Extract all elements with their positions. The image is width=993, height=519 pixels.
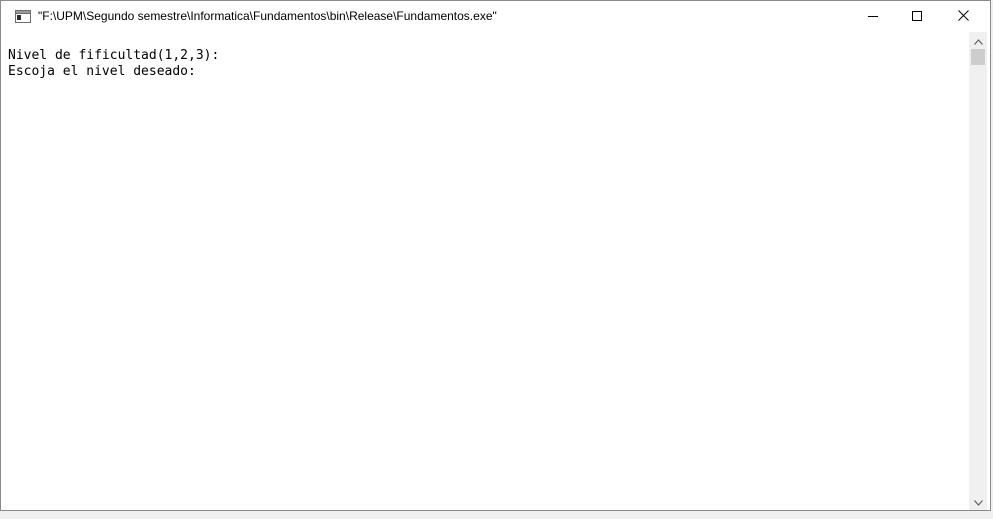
console-line: Escoja el nivel deseado: — [8, 64, 196, 79]
minimize-icon — [868, 8, 878, 26]
console-window: "F:\UPM\Segundo semestre\Informatica\Fun… — [0, 0, 991, 511]
title-bar[interactable]: "F:\UPM\Segundo semestre\Informatica\Fun… — [1, 1, 990, 32]
maximize-button[interactable] — [894, 1, 940, 32]
close-icon — [957, 8, 969, 26]
scroll-up-button[interactable] — [969, 32, 987, 49]
chevron-down-icon — [973, 493, 983, 511]
maximize-icon — [912, 8, 922, 26]
console-app-icon[interactable] — [15, 10, 31, 23]
scroll-down-button[interactable] — [969, 493, 987, 510]
console-line: Nivel de fificultad(1,2,3): — [8, 48, 220, 63]
window-title: "F:\UPM\Segundo semestre\Informatica\Fun… — [38, 9, 497, 23]
close-button[interactable] — [940, 1, 986, 32]
minimize-button[interactable] — [850, 1, 896, 32]
chevron-up-icon — [973, 32, 983, 50]
console-output[interactable]: Nivel de fificultad(1,2,3): Escoja el ni… — [1, 32, 969, 510]
vertical-scrollbar[interactable] — [969, 32, 987, 510]
scroll-thumb[interactable] — [971, 49, 985, 65]
